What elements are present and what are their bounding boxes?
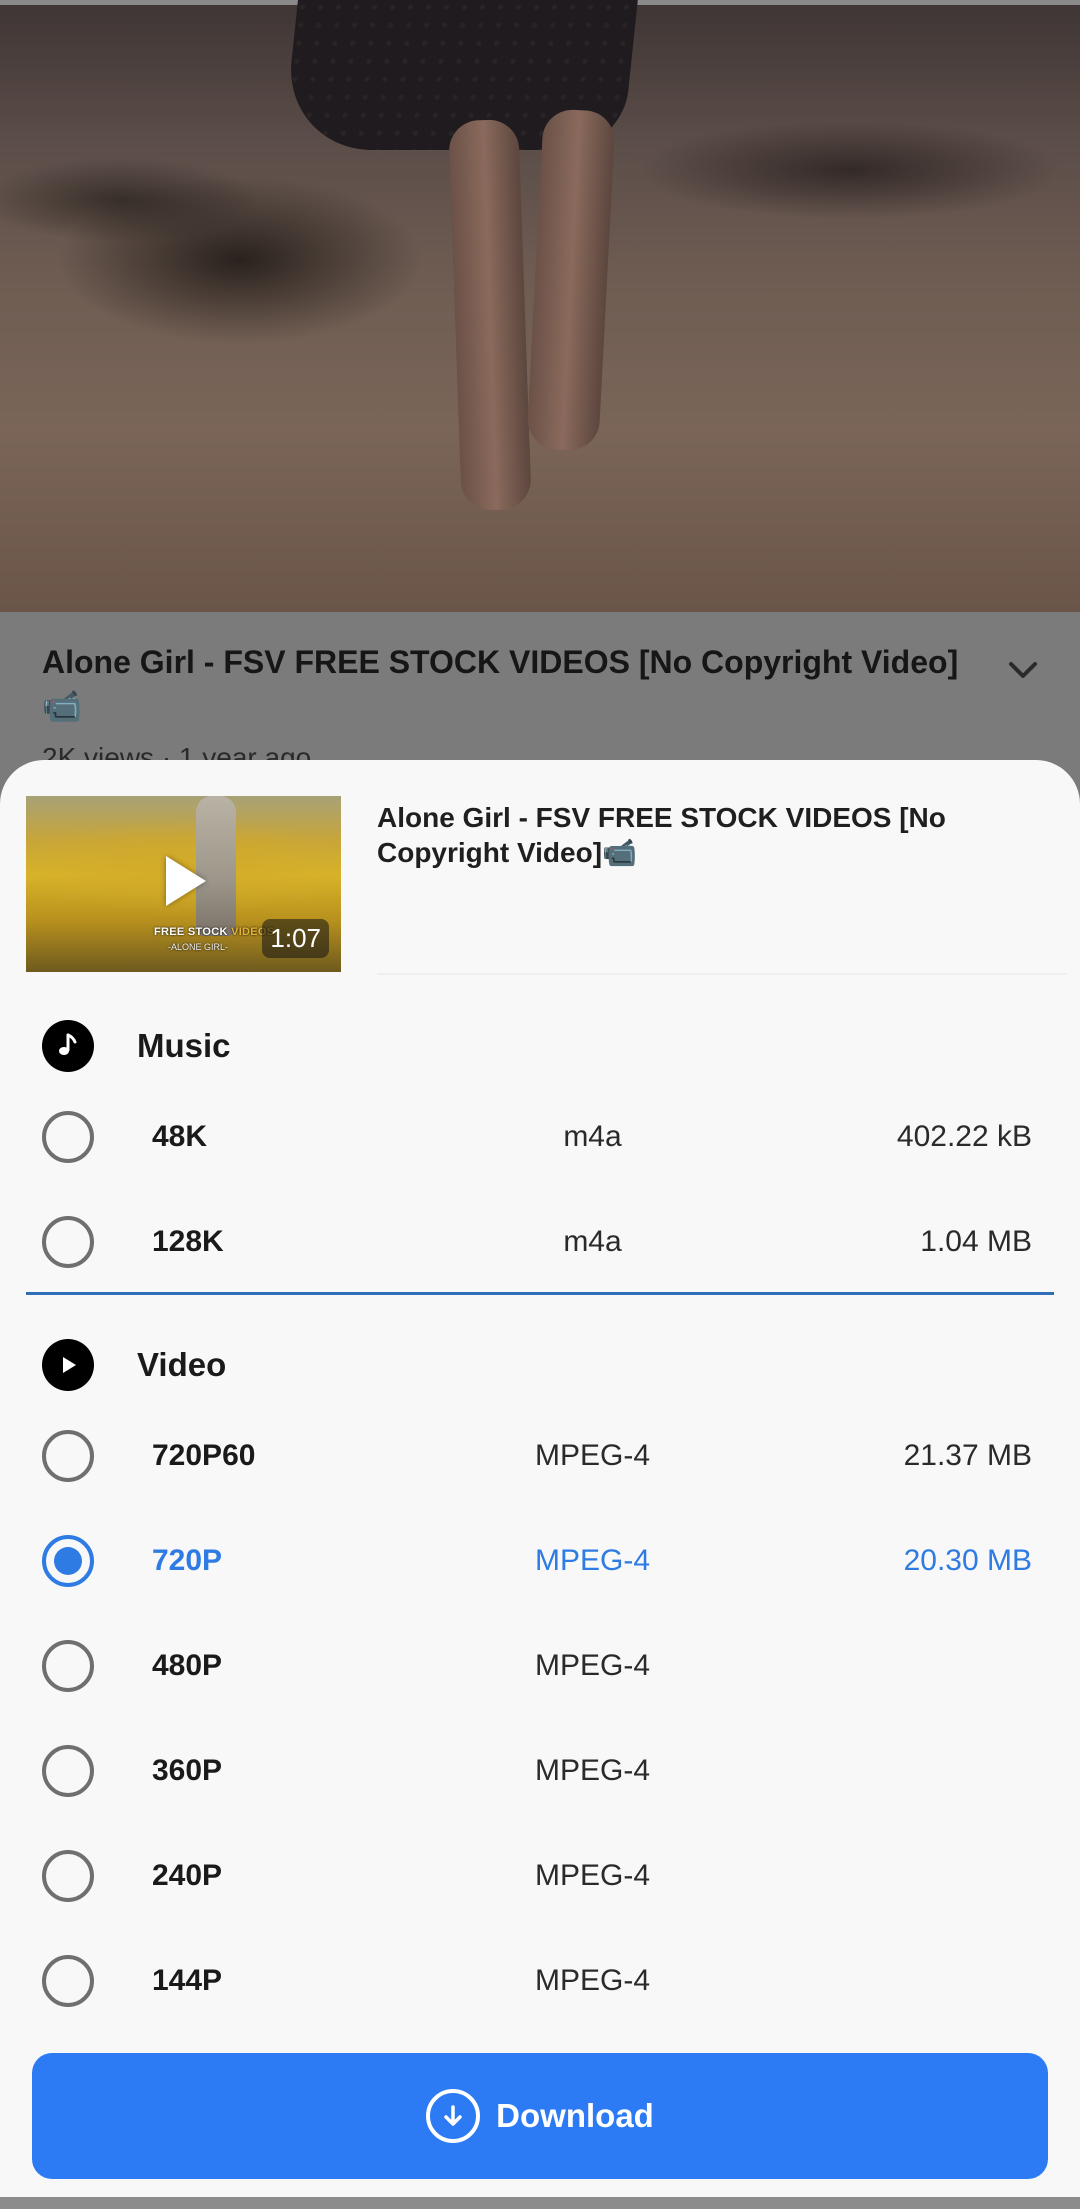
thumbnail-brand-subtitle: -ALONE GIRL- — [168, 942, 229, 952]
option-size: 21.37 MB — [903, 1439, 1032, 1472]
option-quality: 720P60 — [152, 1439, 256, 1472]
option-size: 20.30 MB — [903, 1544, 1032, 1577]
chevron-down-icon[interactable] — [1003, 650, 1043, 690]
option-quality: 480P — [152, 1649, 223, 1682]
video-frame-leg — [526, 108, 616, 452]
radio-button[interactable] — [42, 1640, 94, 1692]
download-sheet: FREE STOCK VIDEOS -ALONE GIRL- 1:07 Alon… — [0, 760, 1080, 2197]
radio-button-selected[interactable] — [42, 1535, 94, 1587]
option-format: MPEG-4 — [534, 1439, 651, 1472]
divider — [377, 973, 1067, 975]
option-format: MPEG-4 — [534, 1544, 651, 1577]
option-quality: 240P — [152, 1859, 223, 1892]
option-size: 402.22 kB — [896, 1120, 1032, 1153]
section-separator — [26, 1292, 1054, 1295]
play-icon — [166, 856, 206, 906]
option-size: 1.04 MB — [920, 1225, 1032, 1258]
music-section-label: Music — [137, 1027, 231, 1064]
music-option-48k[interactable]: 48K m4a 402.22 kB — [0, 1107, 1080, 1167]
download-button-label: Download — [496, 2097, 654, 2134]
option-quality: 144P — [152, 1964, 223, 1997]
video-section-header: Video — [42, 1338, 226, 1392]
video-title: Alone Girl - FSV FREE STOCK VIDEOS [No C… — [42, 644, 959, 724]
video-thumbnail[interactable]: FREE STOCK VIDEOS -ALONE GIRL- 1:07 — [26, 796, 341, 972]
video-option-720p60[interactable]: 720P60 MPEG-4 21.37 MB — [0, 1426, 1080, 1486]
option-format: MPEG-4 — [534, 1754, 651, 1787]
option-format: m4a — [563, 1120, 622, 1153]
play-icon — [42, 1339, 94, 1391]
option-format: MPEG-4 — [534, 1964, 651, 1997]
radio-button[interactable] — [42, 1745, 94, 1797]
radio-button[interactable] — [42, 1430, 94, 1482]
thumbnail-brand: FREE STOCK VIDEOS — [154, 926, 275, 938]
video-option-144p[interactable]: 144P MPEG-4 — [0, 1951, 1080, 2011]
radio-button[interactable] — [42, 1111, 94, 1163]
option-quality: 48K — [152, 1120, 208, 1153]
video-option-480p[interactable]: 480P MPEG-4 — [0, 1636, 1080, 1696]
video-option-720p[interactable]: 720P MPEG-4 20.30 MB — [0, 1531, 1080, 1591]
option-quality: 360P — [152, 1754, 223, 1787]
radio-button[interactable] — [42, 1850, 94, 1902]
radio-button[interactable] — [42, 1955, 94, 2007]
download-icon — [426, 2089, 481, 2143]
option-format: MPEG-4 — [534, 1859, 651, 1892]
option-format: m4a — [563, 1225, 622, 1258]
option-format: MPEG-4 — [534, 1649, 651, 1682]
music-option-128k[interactable]: 128K m4a 1.04 MB — [0, 1212, 1080, 1272]
video-option-240p[interactable]: 240P MPEG-4 — [0, 1846, 1080, 1906]
video-section-label: Video — [137, 1346, 227, 1383]
music-note-icon — [42, 1020, 94, 1072]
download-button[interactable]: Download — [32, 2053, 1048, 2179]
system-bottom-bar — [0, 2197, 1080, 2209]
video-frame-leg — [448, 118, 532, 512]
option-quality: 720P — [152, 1544, 223, 1577]
duration-badge: 1:07 — [262, 919, 329, 958]
music-section-header: Music — [42, 1019, 231, 1073]
video-player[interactable] — [0, 0, 1080, 612]
option-quality: 128K — [152, 1225, 224, 1258]
radio-button[interactable] — [42, 1216, 94, 1268]
video-option-360p[interactable]: 360P MPEG-4 — [0, 1741, 1080, 1801]
sheet-title: Alone Girl - FSV FREE STOCK VIDEOS [No C… — [377, 802, 946, 868]
